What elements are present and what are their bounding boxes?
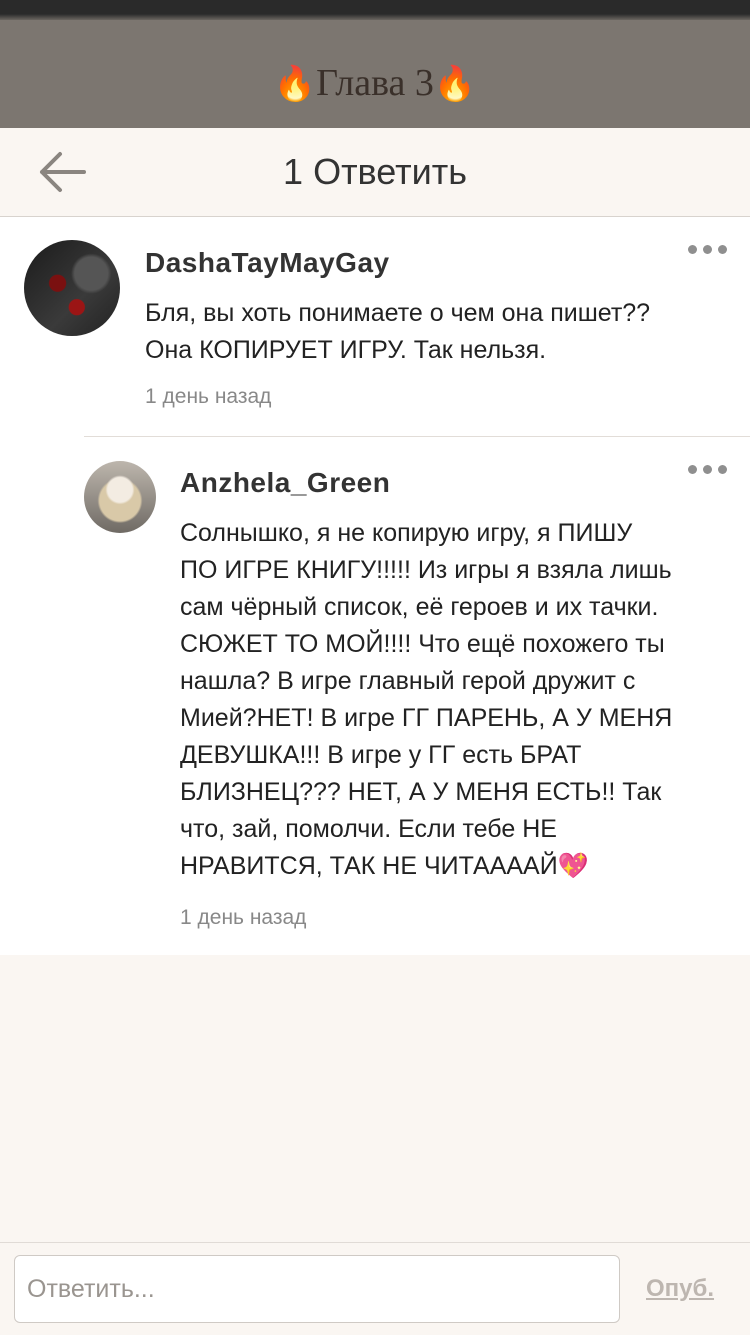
dot-icon [718,245,727,254]
chapter-title: 🔥Глава 3🔥 [274,43,476,105]
dot-icon [703,245,712,254]
fire-icon: 🔥 [273,66,317,103]
page-title: 1 Ответить [283,151,467,192]
dot-icon [688,465,697,474]
avatar[interactable] [24,240,120,336]
comment-thread: DashaTayMayGay Бля, вы хоть понимаете о … [0,217,750,955]
more-options-button[interactable] [688,465,732,479]
more-options-button[interactable] [688,245,732,259]
dot-icon [703,465,712,474]
comment-timestamp: 1 день назад [145,385,272,408]
dot-icon [688,245,697,254]
publish-button[interactable]: Опуб. [646,1275,714,1303]
replies-header: 1 Ответить [0,128,750,217]
comment-text: Бля, вы хоть понимаете о чем она пишет??… [145,299,651,364]
chapter-banner: 🔥Глава 3🔥 [0,20,750,128]
reply-bar: Опуб. [0,1242,750,1335]
comment-author[interactable]: Anzhela_Green [180,467,390,499]
comment-timestamp: 1 день назад [180,906,307,929]
chapter-title-text: Глава 3 [316,62,434,104]
dot-icon [718,465,727,474]
comment-author[interactable]: DashaTayMayGay [145,247,390,279]
comment-text: Солнышко, я не копирую игру, я ПИШУ ПО И… [180,519,673,880]
fire-icon: 🔥 [433,66,477,103]
reply-input[interactable] [14,1255,620,1323]
cover-image-strip [0,0,750,20]
comment: DashaTayMayGay Бля, вы хоть понимаете о … [0,217,750,436]
reply-comment: Anzhela_Green Солнышко, я не копирую игр… [84,436,750,956]
avatar[interactable] [84,461,156,533]
